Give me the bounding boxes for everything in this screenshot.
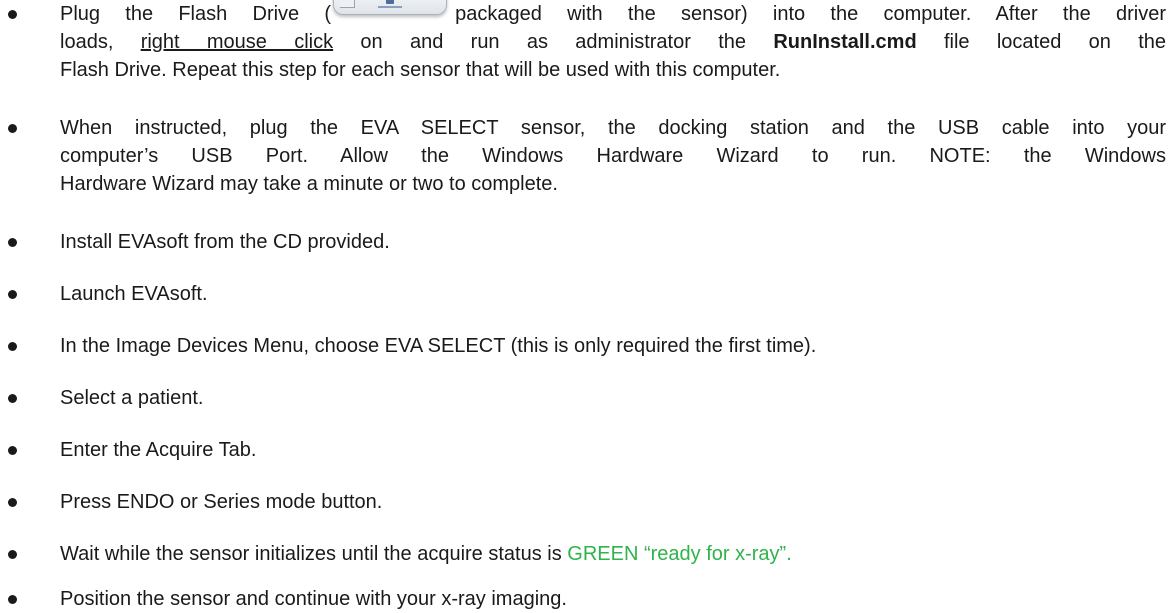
bullet-icon xyxy=(8,394,17,403)
instructions-document: Plug the Flash Drive (packaged with the … xyxy=(0,0,1173,613)
step-text: Press ENDO or Series mode button. xyxy=(60,491,383,513)
emphasis-underline: right mouse click xyxy=(140,31,334,53)
bullet-icon xyxy=(8,550,17,559)
text-line: When instructed, plug the EVA SELECT sen… xyxy=(60,117,1166,139)
text-line: Hardware Wizard may take a minute or two… xyxy=(60,173,558,195)
step-text: Enter the Acquire Tab. xyxy=(60,439,257,461)
step-text: When instructed, plug the EVA SELECT sen… xyxy=(60,114,1166,198)
bullet-icon xyxy=(8,124,17,133)
text-line: Plug the Flash Drive (packaged with the … xyxy=(60,0,1166,28)
status-ready-text: GREEN “ready for x-ray”. xyxy=(567,543,792,565)
step-text: Position the sensor and continue with yo… xyxy=(60,588,567,610)
text-line: Flash Drive. Repeat this step for each s… xyxy=(60,59,781,81)
step-text: Launch EVAsoft. xyxy=(60,283,208,305)
text-line: computer’s USB Port. Allow the Windows H… xyxy=(60,145,1166,167)
bullet-icon xyxy=(8,238,17,247)
step-text: In the Image Devices Menu, choose EVA SE… xyxy=(60,335,817,357)
text-line: loads, right mouse click on and run as a… xyxy=(60,31,1166,53)
bullet-icon xyxy=(8,342,17,351)
filename-bold: RunInstall.cmd xyxy=(773,31,917,53)
bullet-icon xyxy=(8,290,17,299)
bullet-icon xyxy=(8,446,17,455)
usb-flash-drive-icon xyxy=(331,0,451,18)
bullet-icon xyxy=(8,10,17,19)
step-text: Plug the Flash Drive (packaged with the … xyxy=(60,0,1166,84)
step-text: Select a patient. xyxy=(60,387,204,409)
bullet-icon xyxy=(8,595,17,604)
bullet-icon xyxy=(8,498,17,507)
step-text: Install EVAsoft from the CD provided. xyxy=(60,231,390,253)
step-text: Wait while the sensor initializes until … xyxy=(60,543,792,565)
